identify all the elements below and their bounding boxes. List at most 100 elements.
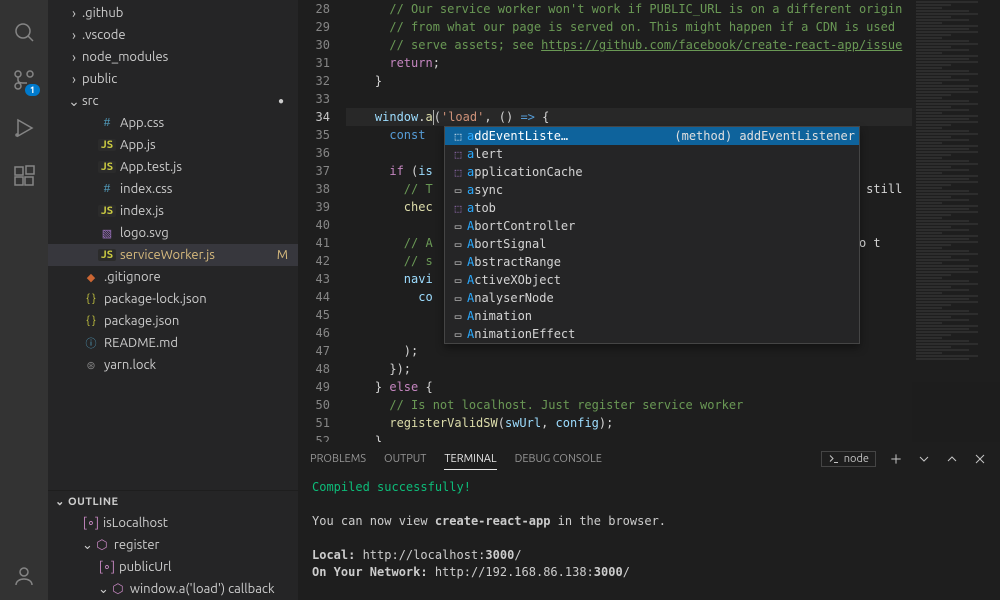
source-control-icon[interactable]: 1: [0, 56, 48, 104]
code-line: // from what our page is served on. This…: [346, 18, 912, 36]
suggest-item[interactable]: ▭async: [445, 181, 859, 199]
suggest-item[interactable]: ▭AbortSignal: [445, 235, 859, 253]
file-item[interactable]: { }package.json: [48, 310, 298, 332]
suggest-item[interactable]: ▭AnalyserNode: [445, 289, 859, 307]
code-line: }: [346, 432, 912, 442]
folder-item[interactable]: ⌄src●: [48, 90, 298, 112]
explorer-tree[interactable]: ›.github›.vscode›node_modules›public⌄src…: [48, 0, 298, 490]
suggest-item[interactable]: ⬚applicationCache: [445, 163, 859, 181]
symbol-method-icon: ⬡: [109, 582, 127, 597]
accounts-icon[interactable]: [0, 552, 48, 600]
tab-output[interactable]: OUTPUT: [384, 449, 426, 469]
new-terminal-icon[interactable]: [888, 451, 904, 467]
file-item[interactable]: JSindex.js: [48, 200, 298, 222]
suggest-label: atob: [467, 201, 855, 215]
folder-item[interactable]: ›node_modules: [48, 46, 298, 68]
file-label: yarn.lock: [104, 358, 298, 372]
code-line: } else {: [346, 378, 912, 396]
extensions-icon[interactable]: [0, 152, 48, 200]
code-line: return;: [346, 54, 912, 72]
folder-label: src: [82, 94, 278, 108]
code-line: window.a('load', () => {: [346, 108, 912, 126]
file-label: App.js: [120, 138, 298, 152]
file-item[interactable]: JSApp.test.js: [48, 156, 298, 178]
file-item[interactable]: #App.css: [48, 112, 298, 134]
suggest-detail: (method) addEventListener: [674, 129, 855, 143]
terminal-body[interactable]: Compiled successfully! You can now view …: [298, 475, 1000, 600]
tab-terminal[interactable]: TERMINAL: [444, 449, 496, 470]
outline-tree[interactable]: [∘]isLocalhost⌄⬡register[∘]publicUrl⌄⬡wi…: [48, 512, 298, 600]
suggest-label: AbortController: [467, 219, 855, 233]
file-label: package-lock.json: [104, 292, 298, 306]
outline-item[interactable]: [∘]isLocalhost: [48, 512, 298, 534]
code-line: // serve assets; see https://github.com/…: [346, 36, 912, 54]
suggest-item[interactable]: ▭Animation: [445, 307, 859, 325]
chevron-icon: ⌄: [82, 538, 93, 553]
chevron-icon: ›: [66, 27, 82, 43]
tab-problems[interactable]: PROBLEMS: [310, 449, 366, 469]
file-item[interactable]: ⓘREADME.md: [48, 332, 298, 354]
outline-header[interactable]: ⌄ OUTLINE: [48, 490, 298, 512]
chevron-icon: ⌄: [98, 582, 109, 597]
chevron-down-icon[interactable]: [916, 451, 932, 467]
scm-badge: 1: [25, 84, 40, 96]
suggest-item[interactable]: ⬚alert: [445, 145, 859, 163]
symbol-keyword-icon: ▭: [449, 310, 467, 323]
symbol-keyword-icon: ▭: [449, 274, 467, 287]
symbol-keyword-icon: ▭: [449, 328, 467, 341]
folder-item[interactable]: ›.vscode: [48, 24, 298, 46]
suggest-item[interactable]: ▭AbortController: [445, 217, 859, 235]
bottom-panel: PROBLEMS OUTPUT TERMINAL DEBUG CONSOLE n…: [298, 442, 1000, 600]
suggest-item[interactable]: ⬚atob: [445, 199, 859, 217]
folder-item[interactable]: ›public: [48, 68, 298, 90]
suggest-item[interactable]: ▭ActiveXObject: [445, 271, 859, 289]
file-label: package.json: [104, 314, 298, 328]
file-item[interactable]: #index.css: [48, 178, 298, 200]
suggest-label: applicationCache: [467, 165, 855, 179]
outline-label: window.a('load') callback: [130, 582, 275, 596]
suggest-label: AbstractRange: [467, 255, 855, 269]
run-debug-icon[interactable]: [0, 104, 48, 152]
suggest-label: alert: [467, 147, 855, 161]
chevron-icon: ⌄: [66, 93, 82, 110]
suggest-widget[interactable]: ⬚addEventListe…(method) addEventListener…: [444, 126, 860, 344]
chevron-up-icon[interactable]: [944, 451, 960, 467]
file-label: index.css: [120, 182, 298, 196]
file-label: logo.svg: [120, 226, 298, 240]
folder-item[interactable]: ›.github: [48, 2, 298, 24]
outline-item[interactable]: [∘]publicUrl: [48, 556, 298, 578]
search-icon[interactable]: [0, 8, 48, 56]
chevron-icon: ›: [66, 5, 82, 21]
symbol-method-icon: ⬚: [449, 148, 467, 161]
suggest-item[interactable]: ⬚addEventListe…(method) addEventListener: [445, 127, 859, 145]
chevron-icon: ›: [66, 49, 82, 65]
tab-debug-console[interactable]: DEBUG CONSOLE: [515, 449, 602, 469]
minimap[interactable]: [912, 0, 1000, 442]
symbol-keyword-icon: ▭: [449, 184, 467, 197]
chevron-icon: ›: [66, 71, 82, 87]
file-item[interactable]: { }package-lock.json: [48, 288, 298, 310]
terminal-selector[interactable]: node: [821, 451, 876, 467]
outline-label: isLocalhost: [103, 516, 168, 530]
file-item[interactable]: JSserviceWorker.jsM: [48, 244, 298, 266]
symbol-keyword-icon: ▭: [449, 256, 467, 269]
file-label: App.css: [120, 116, 298, 130]
close-icon[interactable]: [972, 451, 988, 467]
panel-toolbar: node: [821, 451, 988, 467]
file-item[interactable]: ▧logo.svg: [48, 222, 298, 244]
code-line: registerValidSW(swUrl, config);: [346, 414, 912, 432]
editor-area[interactable]: 2829303132333435363738394041424344454647…: [298, 0, 1000, 442]
file-item[interactable]: ⊛yarn.lock: [48, 354, 298, 376]
file-item[interactable]: ◆.gitignore: [48, 266, 298, 288]
outline-title: OUTLINE: [68, 496, 119, 508]
suggest-item[interactable]: ▭AbstractRange: [445, 253, 859, 271]
outline-item[interactable]: ⌄⬡window.a('load') callback: [48, 578, 298, 600]
suggest-label: AnalyserNode: [467, 291, 855, 305]
folder-label: .vscode: [82, 28, 298, 42]
editor-main: 2829303132333435363738394041424344454647…: [298, 0, 1000, 600]
outline-item[interactable]: ⌄⬡register: [48, 534, 298, 556]
symbol-method-icon: ⬚: [449, 202, 467, 215]
terminal-line: Local: http://localhost:3000/: [312, 547, 986, 564]
file-item[interactable]: JSApp.js: [48, 134, 298, 156]
suggest-item[interactable]: ▭AnimationEffect: [445, 325, 859, 343]
